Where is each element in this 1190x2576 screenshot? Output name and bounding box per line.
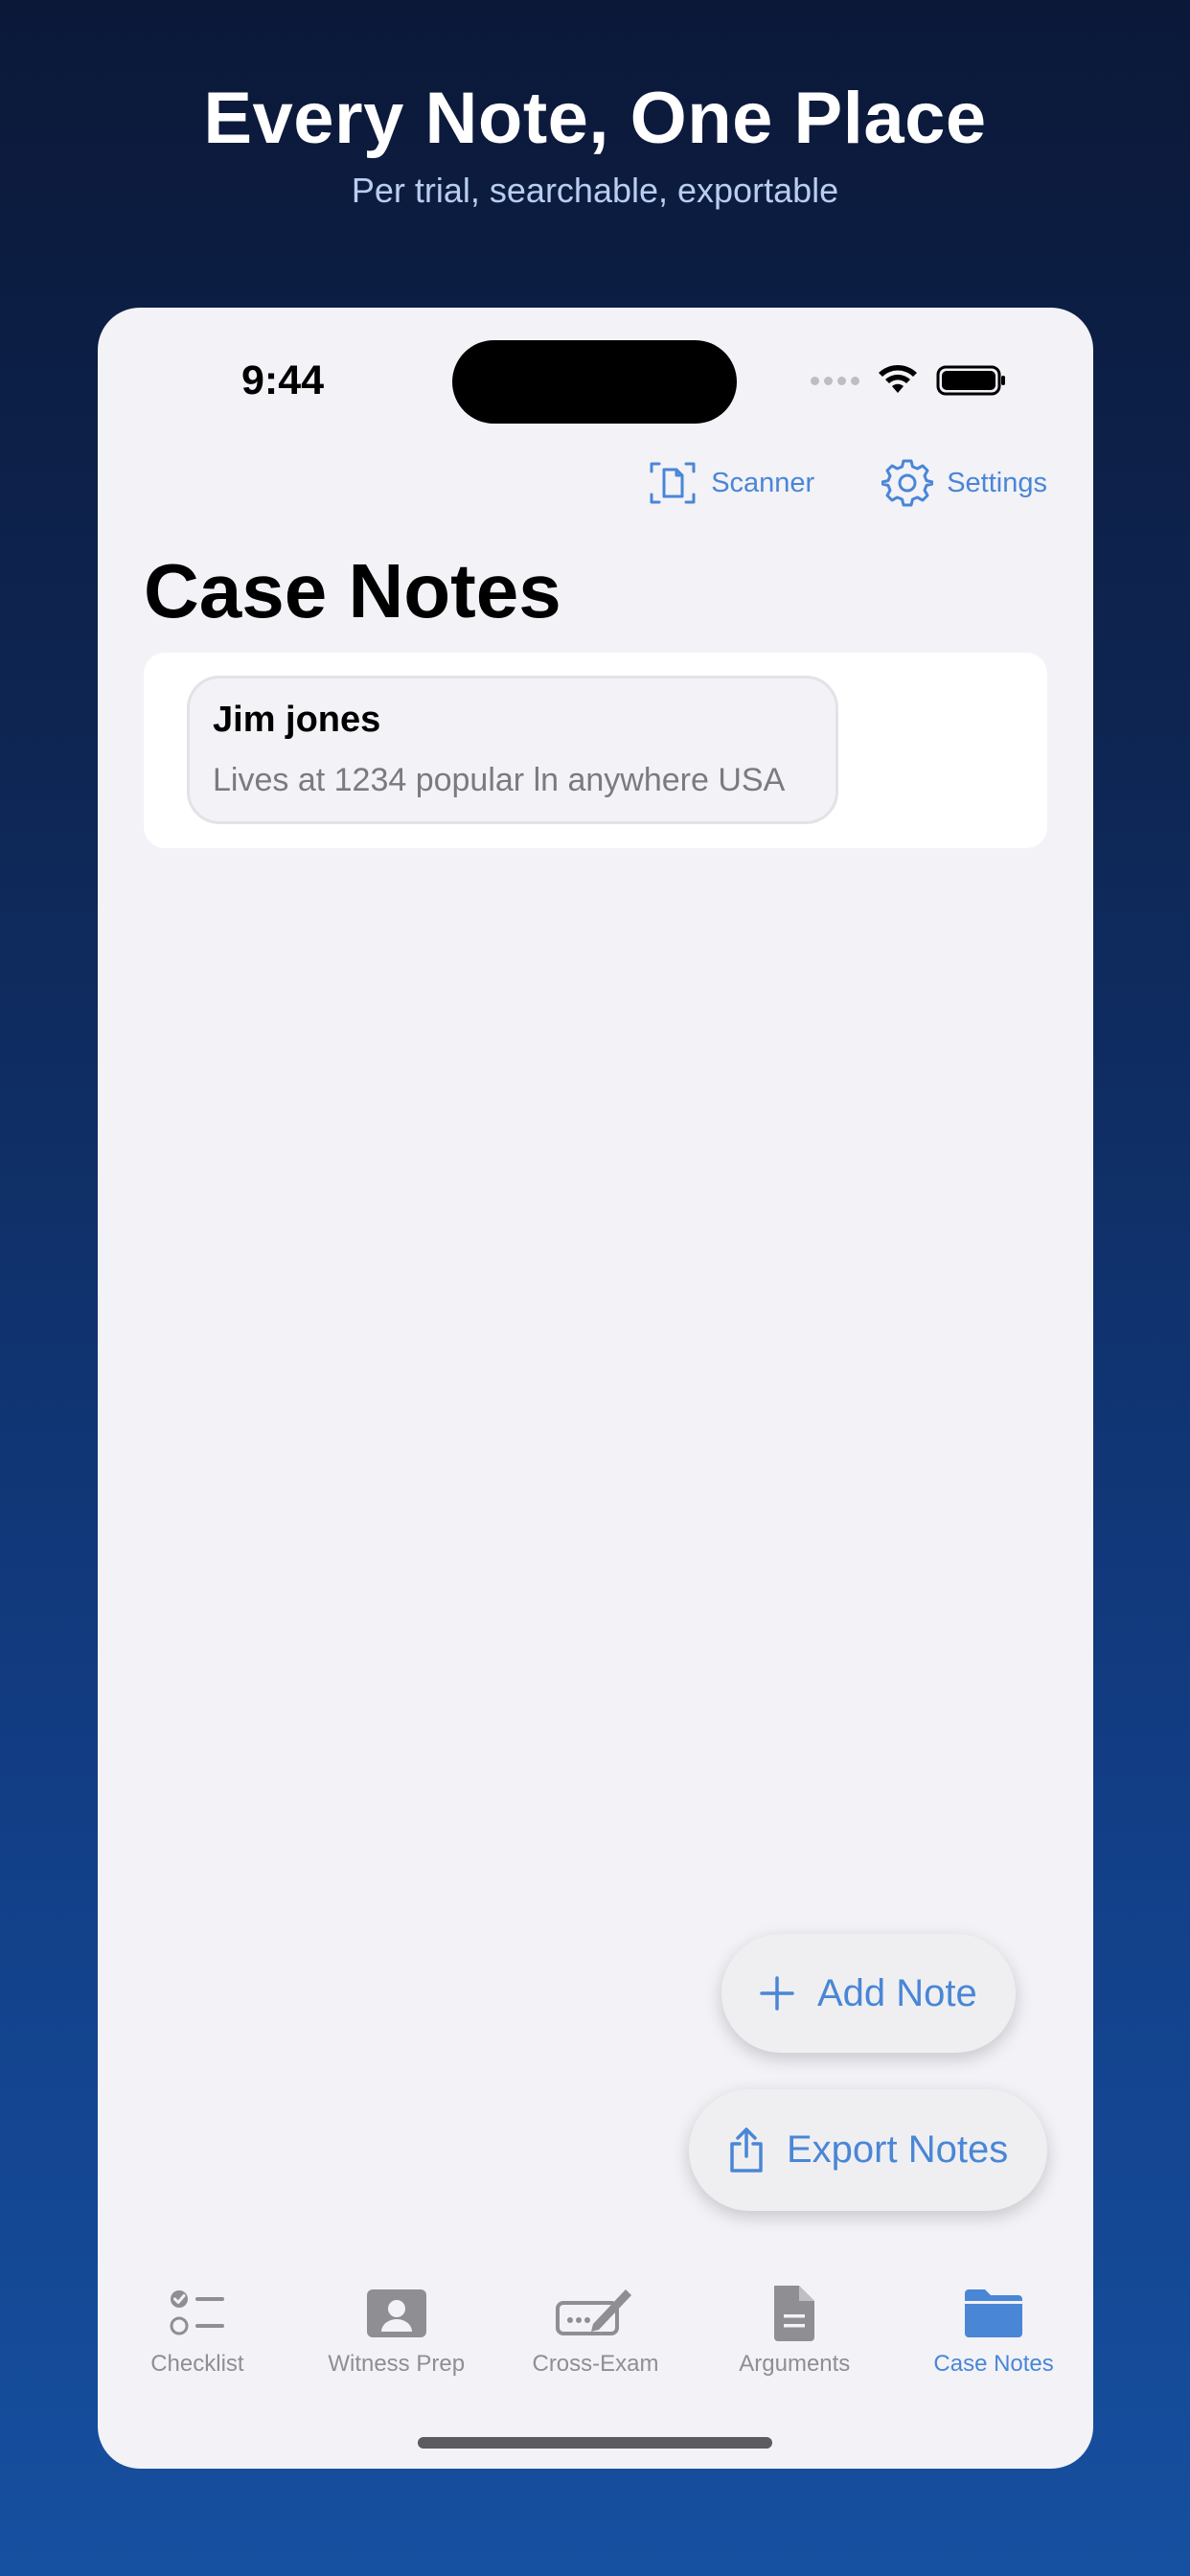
tab-case-notes[interactable]: Case Notes bbox=[894, 2282, 1093, 2387]
notes-list: Jim jones Lives at 1234 popular ln anywh… bbox=[144, 653, 1047, 848]
status-time: 9:44 bbox=[241, 357, 325, 403]
person-card-icon bbox=[366, 2289, 426, 2337]
tab-label-case-notes: Case Notes bbox=[933, 2351, 1054, 2377]
signal-dots-icon bbox=[811, 376, 859, 385]
page-title: Case Notes bbox=[144, 548, 561, 633]
tab-label-checklist: Checklist bbox=[150, 2351, 244, 2377]
tab-witness-prep[interactable]: Witness Prep bbox=[297, 2282, 496, 2387]
tab-checklist[interactable]: Checklist bbox=[98, 2282, 297, 2387]
tab-cross-exam[interactable]: Cross-Exam bbox=[496, 2282, 696, 2387]
scanner-label: Scanner bbox=[711, 467, 815, 498]
settings-button[interactable]: Settings bbox=[881, 457, 1047, 509]
tab-label-witness-prep: Witness Prep bbox=[328, 2351, 466, 2377]
note-body: Lives at 1234 popular ln anywhere USA bbox=[213, 762, 786, 798]
keyboard-pencil-icon bbox=[556, 2289, 632, 2335]
add-note-button[interactable]: Add Note bbox=[721, 1934, 1016, 2053]
settings-label: Settings bbox=[947, 467, 1047, 498]
gear-icon bbox=[881, 459, 934, 507]
scanner-icon bbox=[650, 462, 696, 504]
note-card[interactable]: Jim jones Lives at 1234 popular ln anywh… bbox=[187, 676, 838, 824]
hero-title: Every Note, One Place bbox=[203, 78, 987, 159]
status-icons bbox=[811, 361, 1007, 400]
folder-icon bbox=[965, 2289, 1023, 2337]
checklist-icon bbox=[170, 2290, 224, 2335]
tab-arguments[interactable]: Arguments bbox=[695, 2282, 894, 2387]
battery-icon bbox=[936, 365, 1005, 396]
plus-icon bbox=[760, 1976, 794, 2011]
note-title: Jim jones bbox=[213, 700, 381, 740]
wifi-icon bbox=[879, 365, 917, 393]
tab-bar: Checklist Witness Prep Cross-Exam Argume… bbox=[98, 2282, 1093, 2387]
tab-label-cross-exam: Cross-Exam bbox=[532, 2351, 659, 2377]
home-indicator[interactable] bbox=[418, 2437, 772, 2449]
export-notes-label: Export Notes bbox=[787, 2128, 1009, 2171]
export-notes-button[interactable]: Export Notes bbox=[689, 2089, 1047, 2211]
scanner-button[interactable]: Scanner bbox=[648, 458, 814, 508]
phone-screen: 9:44 Scanner Settings Case Notes Jim jon… bbox=[98, 308, 1093, 2469]
share-icon bbox=[730, 2127, 763, 2173]
add-note-label: Add Note bbox=[817, 1971, 977, 2014]
document-icon bbox=[774, 2286, 815, 2341]
top-toolbar: Scanner Settings bbox=[648, 457, 1047, 509]
hero-subtitle: Per trial, searchable, exportable bbox=[351, 171, 839, 210]
dynamic-island bbox=[452, 340, 737, 424]
tab-label-arguments: Arguments bbox=[739, 2351, 851, 2377]
